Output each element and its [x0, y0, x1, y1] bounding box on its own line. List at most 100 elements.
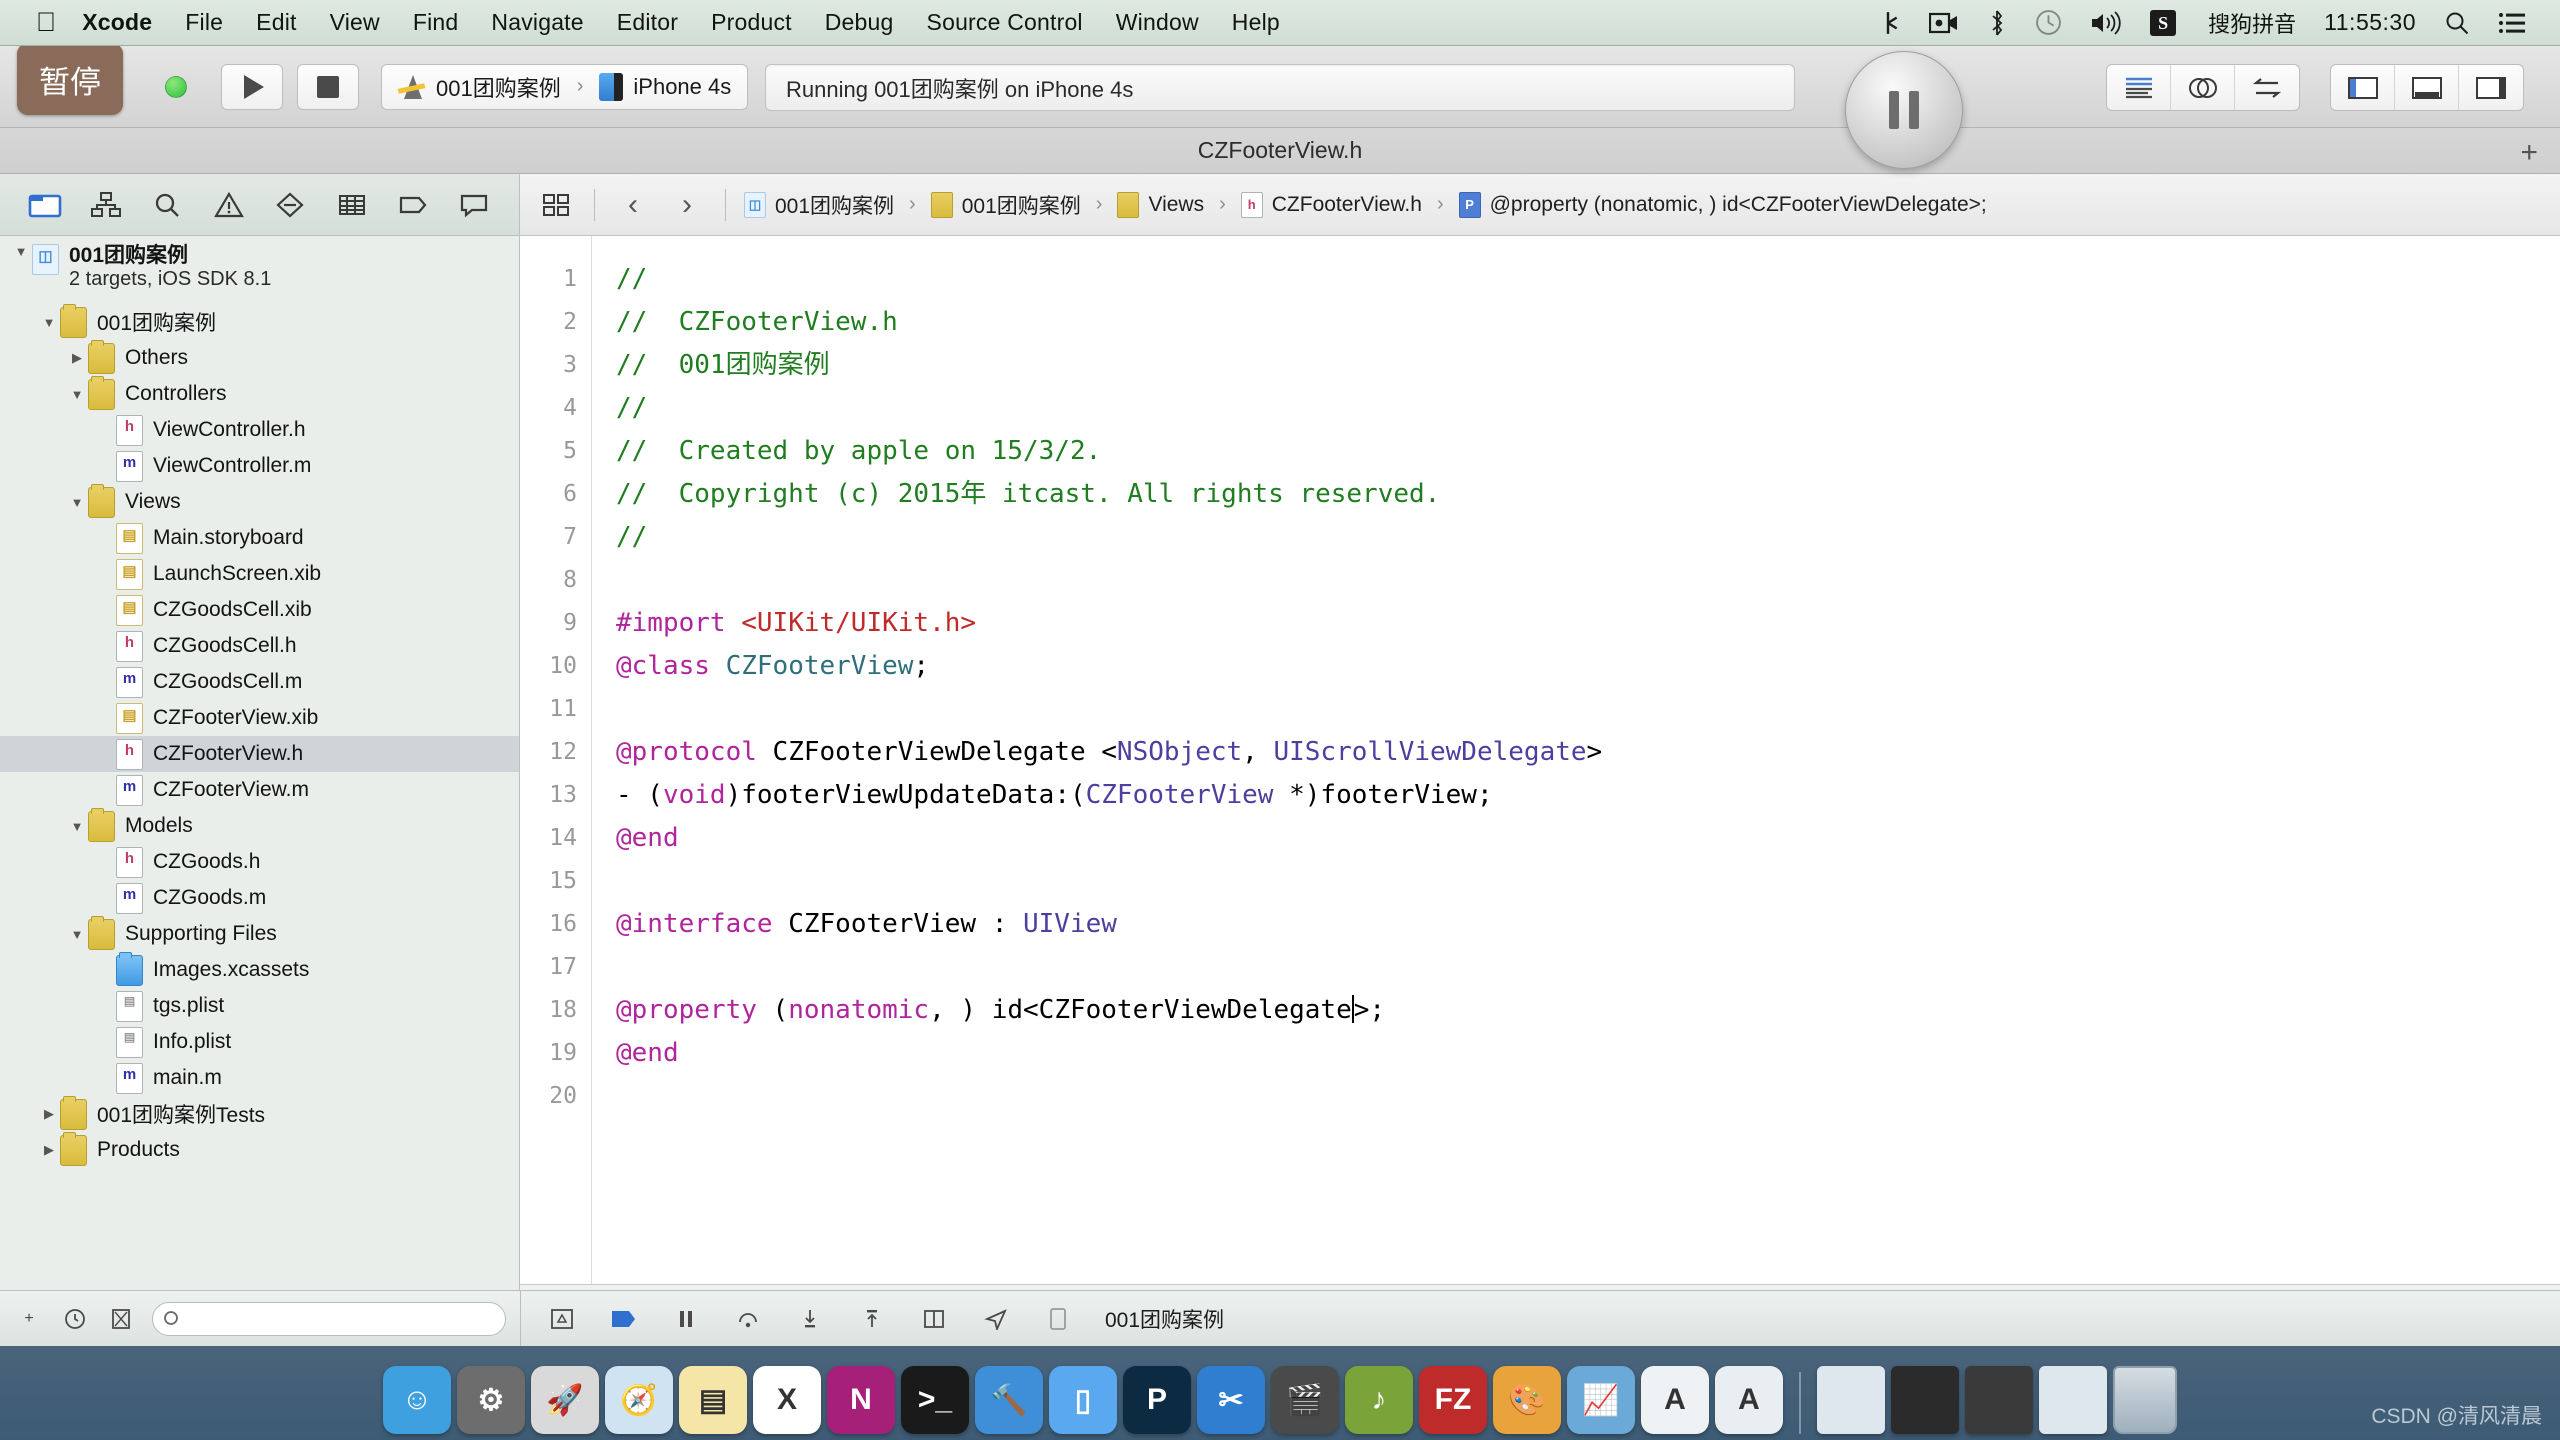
tree-item[interactable]: ▼ Models: [0, 807, 519, 844]
apple-icon[interactable]: : [36, 9, 56, 36]
dock-item-mp3-tool[interactable]: ♪: [1345, 1366, 1413, 1434]
scheme-project-label[interactable]: 001团购案例: [436, 71, 561, 103]
tree-twisty[interactable]: ▶: [66, 350, 88, 366]
menu-item-xcode[interactable]: Xcode: [82, 9, 152, 36]
tree-item[interactable]: h ViewController.h: [0, 412, 519, 448]
pause-overlay-button[interactable]: 暂停: [17, 46, 123, 115]
zoom-button[interactable]: [165, 75, 187, 98]
symbol-navigator-icon[interactable]: [75, 182, 136, 228]
related-files-icon[interactable]: [536, 185, 576, 225]
bluetooth-tether-icon[interactable]: [1875, 10, 1901, 36]
scheme-selector[interactable]: 001团购案例 › iPhone 4s: [381, 63, 749, 110]
location-icon[interactable]: [981, 1304, 1011, 1334]
tree-twisty[interactable]: ▶: [38, 1106, 60, 1122]
dock-item-finder[interactable]: ☺: [383, 1366, 451, 1434]
dock-item-onenote[interactable]: N: [827, 1366, 895, 1434]
pause-button[interactable]: [1845, 51, 1963, 169]
utilities-toggle-icon[interactable]: [2459, 65, 2523, 110]
sogou-ime-badge[interactable]: S: [2150, 9, 2177, 36]
step-into-icon[interactable]: [795, 1304, 825, 1334]
menu-item-file[interactable]: File: [185, 9, 223, 36]
trash-icon[interactable]: [2113, 1366, 2177, 1434]
editor-mode-segment[interactable]: [2106, 64, 2300, 111]
tree-item[interactable]: ▼ Supporting Files: [0, 915, 519, 952]
menu-item-find[interactable]: Find: [413, 9, 459, 36]
project-file-tree[interactable]: ▼ ◫ 001团购案例 2 targets, iOS SDK 8.1 ▼ 001团…: [0, 236, 519, 1290]
bluetooth-icon[interactable]: [1987, 9, 2007, 36]
tree-item[interactable]: m CZGoodsCell.m: [0, 664, 519, 700]
source-editor[interactable]: 1 2 3 4 5 6 7 8 9 10 11 12 13 14 15 16 17 18 19 20 // // CZ…: [520, 236, 2560, 1284]
dock-item-imovie[interactable]: 🎬: [1271, 1366, 1339, 1434]
dock-item-xcode[interactable]: 🔨: [975, 1366, 1043, 1434]
forward-chevron-icon[interactable]: ›: [667, 185, 707, 225]
window-controls[interactable]: [165, 75, 187, 98]
test-navigator-icon[interactable]: [260, 182, 321, 228]
standard-editor-icon[interactable]: [2107, 65, 2171, 110]
project-twisty[interactable]: ▼: [10, 244, 32, 259]
menu-item-product[interactable]: Product: [711, 9, 792, 36]
menu-item-debug[interactable]: Debug: [825, 9, 894, 36]
breadcrumb-item-symbol[interactable]: @property (nonatomic, ) id<CZFooterViewD…: [1490, 193, 1987, 217]
tree-item[interactable]: m ViewController.m: [0, 448, 519, 484]
breadcrumb-item-views[interactable]: Views: [1148, 193, 1204, 217]
tree-item[interactable]: h CZGoods.h: [0, 844, 519, 880]
volume-icon[interactable]: [2090, 10, 2122, 36]
dock-item-terminal[interactable]: >_: [901, 1366, 969, 1434]
tree-item[interactable]: Images.xcassets: [0, 951, 519, 988]
assistant-editor-icon[interactable]: [2171, 65, 2235, 110]
dock-recent-window-1[interactable]: [1817, 1366, 1885, 1434]
debug-search-input[interactable]: [152, 1301, 506, 1336]
tree-item[interactable]: ▶ Others: [0, 339, 519, 376]
tree-item[interactable]: ▤ CZFooterView.xib: [0, 700, 519, 736]
tree-item[interactable]: h CZGoodsCell.h: [0, 628, 519, 664]
tree-item[interactable]: ▶ Products: [0, 1131, 519, 1168]
activate-breakpoints-icon[interactable]: [609, 1304, 639, 1334]
clock-icon[interactable]: [60, 1304, 90, 1334]
tree-item[interactable]: ▤ Info.plist: [0, 1024, 519, 1060]
tree-twisty[interactable]: ▼: [38, 315, 60, 330]
step-out-icon[interactable]: [857, 1304, 887, 1334]
menu-item-edit[interactable]: Edit: [256, 9, 296, 36]
dock-item-filezilla[interactable]: FZ: [1419, 1366, 1487, 1434]
tree-item[interactable]: ▤ Main.storyboard: [0, 520, 519, 556]
dock-item-snipping-tool[interactable]: ✂: [1197, 1366, 1265, 1434]
filter-icon[interactable]: [106, 1304, 136, 1334]
breadcrumb-item-project[interactable]: 001团购案例: [775, 190, 894, 220]
dock-item-paint[interactable]: 🎨: [1493, 1366, 1561, 1434]
dock-item-safari[interactable]: 🧭: [605, 1366, 673, 1434]
scheme-device-label[interactable]: iPhone 4s: [633, 74, 731, 100]
navigator-toggle-icon[interactable]: [2331, 65, 2395, 110]
step-over-icon[interactable]: [733, 1304, 763, 1334]
tree-twisty[interactable]: ▶: [38, 1142, 60, 1158]
timemachine-icon[interactable]: [2035, 9, 2062, 36]
issue-navigator-icon[interactable]: [198, 182, 259, 228]
breadcrumb-item-file[interactable]: CZFooterView.h: [1272, 193, 1422, 217]
report-navigator-icon[interactable]: [444, 182, 505, 228]
pause-icon[interactable]: [671, 1304, 701, 1334]
debug-process-label[interactable]: 001团购案例: [1105, 1304, 1224, 1334]
tree-item[interactable]: ▼ 001团购案例: [0, 303, 519, 340]
breakpoint-navigator-icon[interactable]: [382, 182, 443, 228]
tree-item[interactable]: ▼ Controllers: [0, 375, 519, 412]
dock-item-photoshop[interactable]: P: [1123, 1366, 1191, 1434]
tree-item[interactable]: m CZFooterView.m: [0, 772, 519, 808]
dock-item-simulator[interactable]: ▯: [1049, 1366, 1117, 1434]
debug-area-toggle-icon[interactable]: [2395, 65, 2459, 110]
view-hierarchy-icon[interactable]: [919, 1304, 949, 1334]
tree-item[interactable]: ▼ Views: [0, 483, 519, 520]
menu-item-help[interactable]: Help: [1232, 9, 1280, 36]
debug-navigator-icon[interactable]: [321, 182, 382, 228]
menu-item-editor[interactable]: Editor: [617, 9, 678, 36]
stop-button[interactable]: [297, 63, 359, 110]
tree-twisty[interactable]: ▼: [66, 387, 88, 402]
menu-item-source-control[interactable]: Source Control: [927, 9, 1083, 36]
tree-item[interactable]: m CZGoods.m: [0, 880, 519, 916]
menu-item-navigate[interactable]: Navigate: [491, 9, 583, 36]
dock-item-sketch[interactable]: A: [1715, 1366, 1783, 1434]
dock-item-launchpad[interactable]: 🚀: [531, 1366, 599, 1434]
project-navigator-icon[interactable]: [14, 182, 75, 228]
dock-item-preview[interactable]: A: [1641, 1366, 1709, 1434]
tree-item[interactable]: ▤ LaunchScreen.xib: [0, 556, 519, 592]
tree-twisty[interactable]: ▼: [66, 495, 88, 510]
add-icon[interactable]: +: [14, 1304, 44, 1334]
